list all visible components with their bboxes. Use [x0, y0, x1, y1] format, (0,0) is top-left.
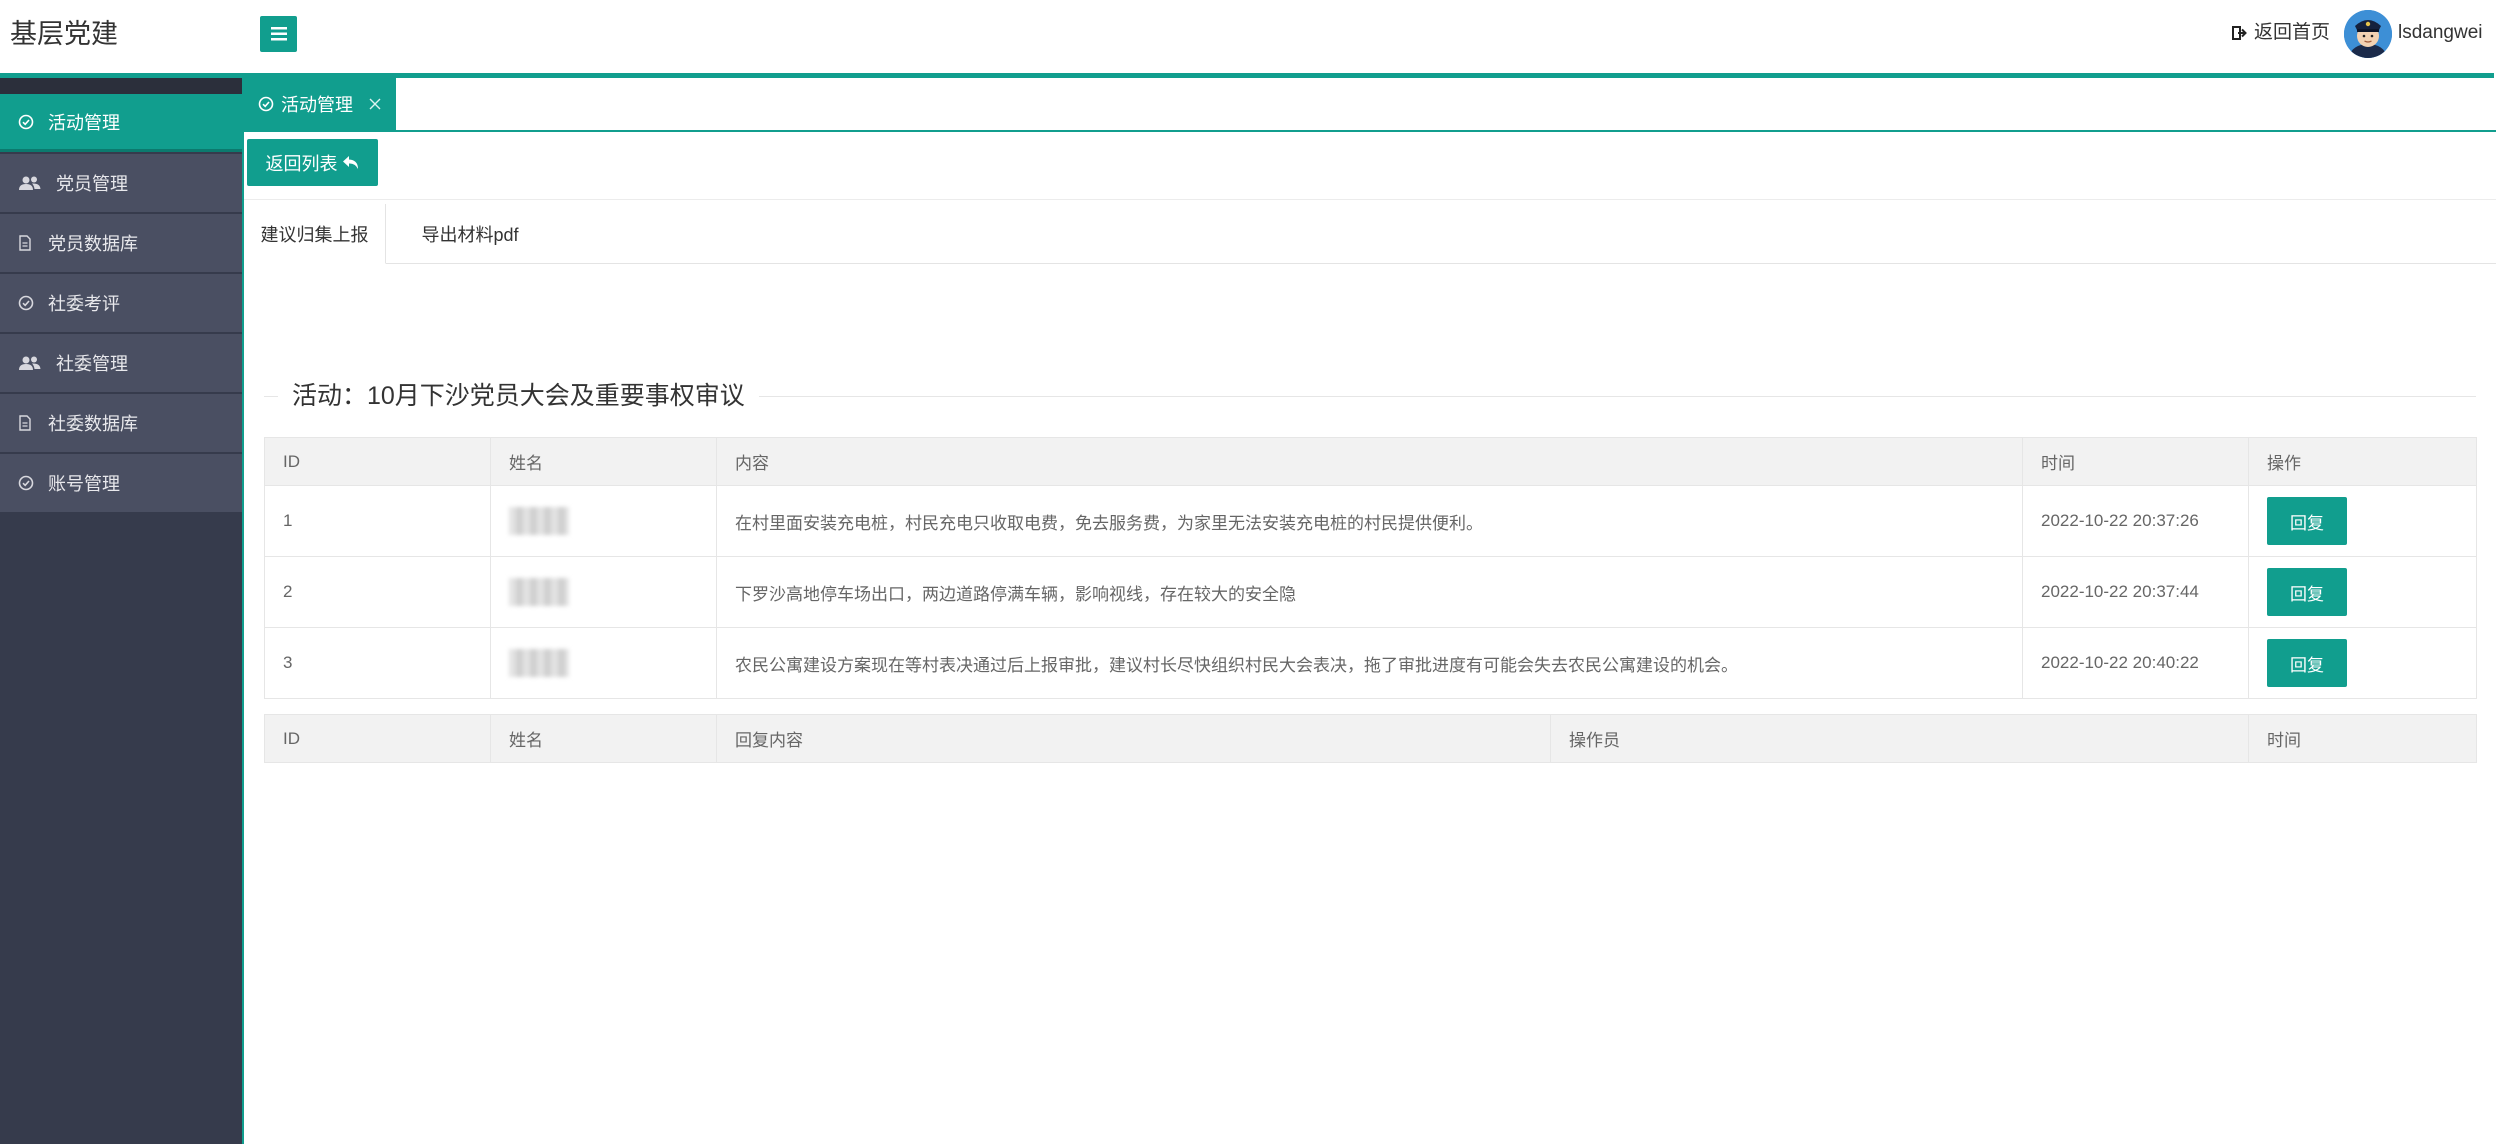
cell-time: 2022-10-22 20:40:22	[2022, 627, 2249, 699]
main-content: 活动管理 返回列表 建议归集上报 导出材料pdf 活动：10月下沙党员大会及重要…	[242, 78, 2496, 1144]
table-header-row: ID 姓名 回复内容 操作员 时间	[264, 714, 2477, 763]
cell-action: 回复	[2248, 485, 2477, 557]
cell-name	[490, 485, 717, 557]
check-circle-icon	[18, 295, 40, 311]
replies-table: ID 姓名 回复内容 操作员 时间	[264, 714, 2477, 763]
app-logo-title: 基层党建	[10, 19, 118, 49]
sidebar-top-strip	[0, 78, 242, 94]
sidebar-item-account-management[interactable]: 账号管理	[0, 454, 242, 512]
menu-toggle-button[interactable]	[260, 16, 297, 52]
sidebar-item-member-database[interactable]: 党员数据库	[0, 214, 242, 272]
cell-time: 2022-10-22 20:37:26	[2022, 485, 2249, 557]
tab-export-pdf[interactable]: 导出材料pdf	[402, 204, 538, 264]
cell-name	[490, 556, 717, 628]
users-icon	[18, 175, 48, 191]
return-to-list-button[interactable]: 返回列表	[247, 139, 378, 186]
cell-id: 1	[264, 485, 491, 557]
col-header-content: 内容	[716, 437, 2023, 486]
sidebar-item-activity-management[interactable]: 活动管理	[0, 94, 242, 152]
sidebar-item-member-management[interactable]: 党员管理	[0, 154, 242, 212]
sidebar-item-committee-database[interactable]: 社委数据库	[0, 394, 242, 452]
return-home-link[interactable]: 返回首页	[2232, 20, 2330, 46]
page-tab-bar: 活动管理	[244, 78, 2496, 132]
sidebar-item-label: 社委数据库	[48, 414, 138, 434]
tab-activity-management[interactable]: 活动管理	[244, 78, 396, 130]
col-header-name: 姓名	[490, 437, 717, 486]
reply-button[interactable]: 回复	[2267, 568, 2347, 616]
sidebar: 活动管理 党员管理 党员数据库 社委考评 社委管理 社委数据库 账号管理	[0, 78, 242, 1144]
cell-content: 在村里面安装充电桩，村民充电只收取电费，免去服务费，为家里无法安装充电桩的村民提…	[716, 485, 2023, 557]
sidebar-item-label: 账号管理	[48, 474, 120, 494]
file-icon	[18, 415, 40, 431]
user-avatar[interactable]	[2344, 10, 2392, 58]
check-circle-icon	[258, 96, 274, 112]
sidebar-item-committee-management[interactable]: 社委管理	[0, 334, 242, 392]
cell-id: 3	[264, 627, 491, 699]
sign-out-icon	[2232, 26, 2247, 40]
col-header-action: 操作	[2248, 437, 2477, 486]
cell-content: 下罗沙高地停车场出口，两边道路停满车辆，影响视线，存在较大的安全隐	[716, 556, 2023, 628]
table-row: 2 下罗沙高地停车场出口，两边道路停满车辆，影响视线，存在较大的安全隐 2022…	[264, 556, 2477, 628]
username-label[interactable]: lsdangwei	[2398, 20, 2483, 46]
table-header-row: ID 姓名 内容 时间 操作	[264, 437, 2477, 486]
return-to-list-label: 返回列表	[265, 153, 338, 174]
col-header-reply-content: 回复内容	[716, 714, 1551, 763]
col-header-name: 姓名	[490, 714, 717, 763]
activity-section-header: 活动：10月下沙党员大会及重要事权审议	[264, 381, 2476, 411]
reply-button[interactable]: 回复	[2267, 639, 2347, 687]
sidebar-item-label: 党员管理	[56, 174, 128, 194]
sidebar-item-label: 社委考评	[48, 294, 120, 314]
reply-button[interactable]: 回复	[2267, 497, 2347, 545]
top-header: 基层党建 返回首页 lsdangwei	[0, 0, 2502, 76]
sub-tab-bar: 建议归集上报 导出材料pdf	[244, 204, 2496, 264]
cell-name	[490, 627, 717, 699]
col-header-id: ID	[264, 714, 491, 763]
check-circle-icon	[18, 475, 40, 491]
activity-title: 活动：10月下沙党员大会及重要事权审议	[278, 381, 759, 411]
table-row: 3 农民公寓建设方案现在等村表决通过后上报审批，建议村长尽快组织村民大会表决，拖…	[264, 627, 2477, 699]
tab-suggestion-report[interactable]: 建议归集上报	[244, 204, 386, 264]
cell-time: 2022-10-22 20:37:44	[2022, 556, 2249, 628]
reply-arrow-icon	[342, 155, 358, 169]
toolbar-divider	[244, 199, 2496, 200]
sidebar-item-label: 活动管理	[48, 112, 120, 133]
col-header-id: ID	[264, 437, 491, 486]
blurred-name	[509, 578, 569, 606]
blurred-name	[509, 649, 569, 677]
tab-label: 活动管理	[281, 95, 353, 115]
close-icon[interactable]	[368, 97, 382, 111]
file-icon	[18, 235, 40, 251]
table-row: 1 在村里面安装充电桩，村民充电只收取电费，免去服务费，为家里无法安装充电桩的村…	[264, 485, 2477, 557]
col-header-time: 时间	[2022, 437, 2249, 486]
cell-action: 回复	[2248, 556, 2477, 628]
sidebar-item-label: 社委管理	[56, 354, 128, 374]
col-header-operator: 操作员	[1550, 714, 2249, 763]
sidebar-item-committee-evaluation[interactable]: 社委考评	[0, 274, 242, 332]
police-avatar-icon	[2344, 10, 2392, 58]
return-home-label: 返回首页	[2254, 22, 2331, 43]
cell-action: 回复	[2248, 627, 2477, 699]
blurred-name	[509, 507, 569, 535]
cell-content: 农民公寓建设方案现在等村表决通过后上报审批，建议村长尽快组织村民大会表决，拖了审…	[716, 627, 2023, 699]
check-circle-icon	[18, 114, 40, 130]
cell-id: 2	[264, 556, 491, 628]
col-header-time: 时间	[2248, 714, 2477, 763]
users-icon	[18, 355, 48, 371]
sidebar-item-label: 党员数据库	[48, 234, 138, 254]
hamburger-icon	[270, 27, 287, 41]
suggestions-table: ID 姓名 内容 时间 操作 1 在村里面安装充电桩，村民充电只收取电费，免去服…	[264, 437, 2477, 699]
